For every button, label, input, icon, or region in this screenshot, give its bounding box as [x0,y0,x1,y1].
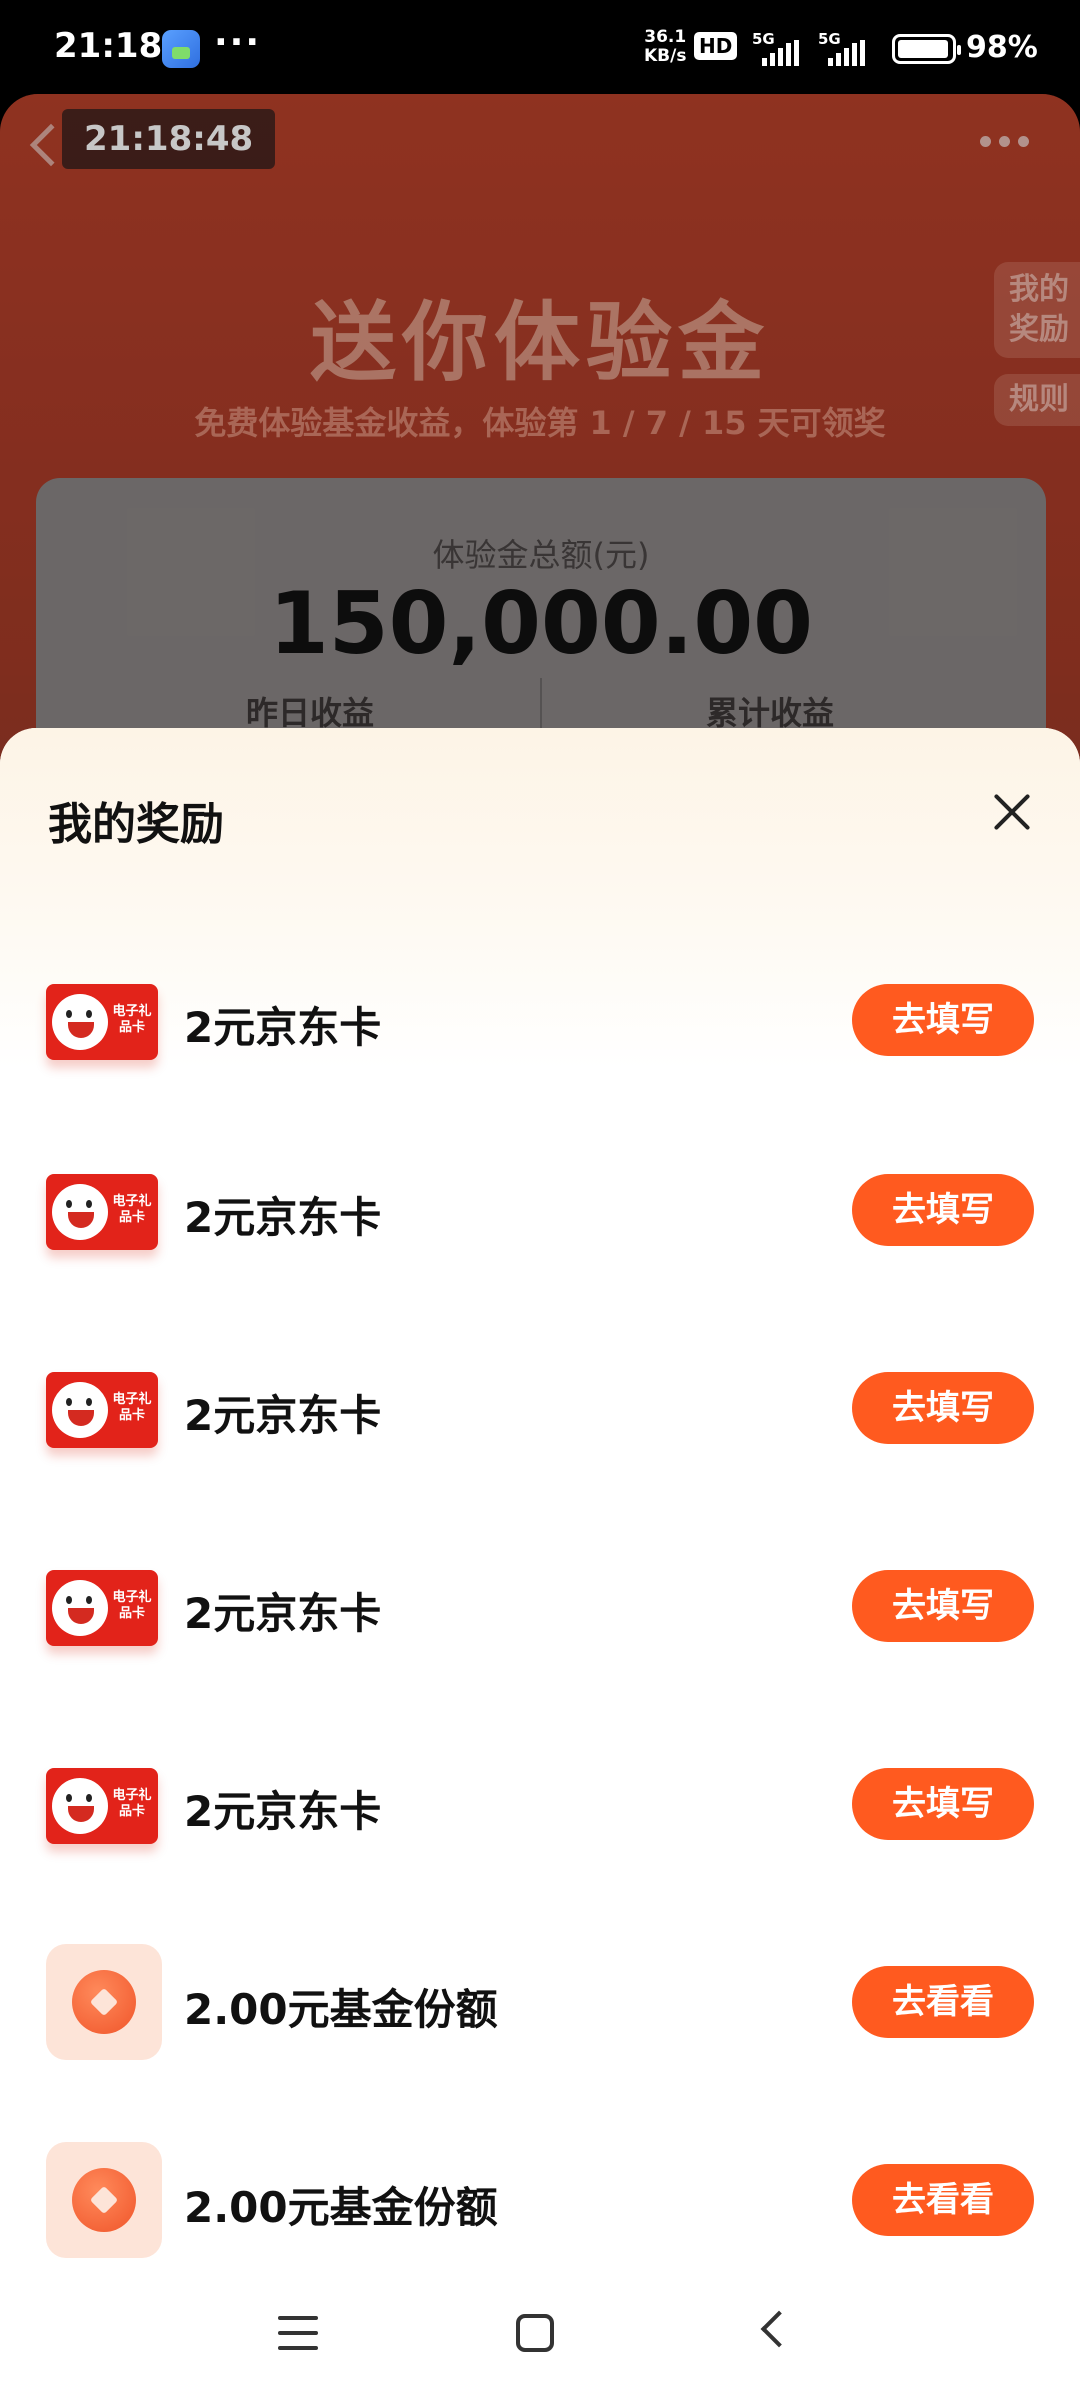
reward-name: 2元京东卡 [184,1589,382,1638]
recents-icon[interactable] [278,2316,318,2350]
signal-icon-sim1: 5G [752,30,808,66]
reward-row: 电子礼品卡 2元京东卡 去填写 [0,1320,1080,1518]
jd-gift-card-icon: 电子礼品卡 [46,1360,162,1476]
view-button[interactable]: 去看看 [852,2164,1034,2236]
fill-in-button[interactable]: 去填写 [852,1174,1034,1246]
status-bar: 21:18 ··· 36.1 KB/s HD 5G 5G 98% [0,0,1080,96]
fill-in-button[interactable]: 去填写 [852,1570,1034,1642]
status-time: 21:18 [54,26,163,66]
fund-coin-icon [46,2142,162,2258]
home-icon[interactable] [516,2314,554,2352]
reward-row: 电子礼品卡 2元京东卡 去填写 [0,1518,1080,1716]
reward-name: 2.00元基金份额 [184,1985,498,2034]
fill-in-button[interactable]: 去填写 [852,1768,1034,1840]
reward-row: 电子礼品卡 2元京东卡 去填写 [0,1716,1080,1914]
signal-icon-sim2: 5G [818,30,878,66]
jd-gift-card-icon: 电子礼品卡 [46,972,162,1088]
network-speed: 36.1 KB/s [644,27,687,66]
jd-gift-card-icon: 电子礼品卡 [46,1558,162,1674]
rewards-sheet: 我的奖励 电子礼品卡 2元京东卡 去填写 电子礼品卡 2元京东卡 去填写 电子礼… [0,728,1080,2400]
reward-list: 电子礼品卡 2元京东卡 去填写 电子礼品卡 2元京东卡 去填写 电子礼品卡 2元… [0,936,1080,2310]
view-button[interactable]: 去看看 [852,1966,1034,2038]
app-notification-icon [162,30,200,68]
reward-name: 2元京东卡 [184,1391,382,1440]
hd-voice-icon: HD [694,32,738,60]
reward-name: 2.00元基金份额 [184,2183,498,2232]
reward-row: 电子礼品卡 2元京东卡 去填写 [0,936,1080,1122]
reward-name: 2元京东卡 [184,1193,382,1242]
reward-name: 2元京东卡 [184,1787,382,1836]
jd-gift-card-icon: 电子礼品卡 [46,1756,162,1872]
more-notifications-icon: ··· [214,22,262,63]
battery-icon [892,34,961,64]
reward-row: 电子礼品卡 2元京东卡 去填写 [0,1122,1080,1320]
fill-in-button[interactable]: 去填写 [852,1372,1034,1444]
fill-in-button[interactable]: 去填写 [852,984,1034,1056]
reward-name: 2元京东卡 [184,1003,382,1052]
system-nav-bar [0,2270,1080,2400]
sheet-title: 我的奖励 [48,799,224,850]
battery-percent: 98% [966,30,1038,65]
jd-gift-card-icon: 电子礼品卡 [46,1162,162,1278]
fund-coin-icon [46,1944,162,2060]
back-nav-icon[interactable] [760,2310,798,2348]
reward-row: 2.00元基金份额 去看看 [0,1914,1080,2112]
close-button[interactable] [984,784,1040,840]
